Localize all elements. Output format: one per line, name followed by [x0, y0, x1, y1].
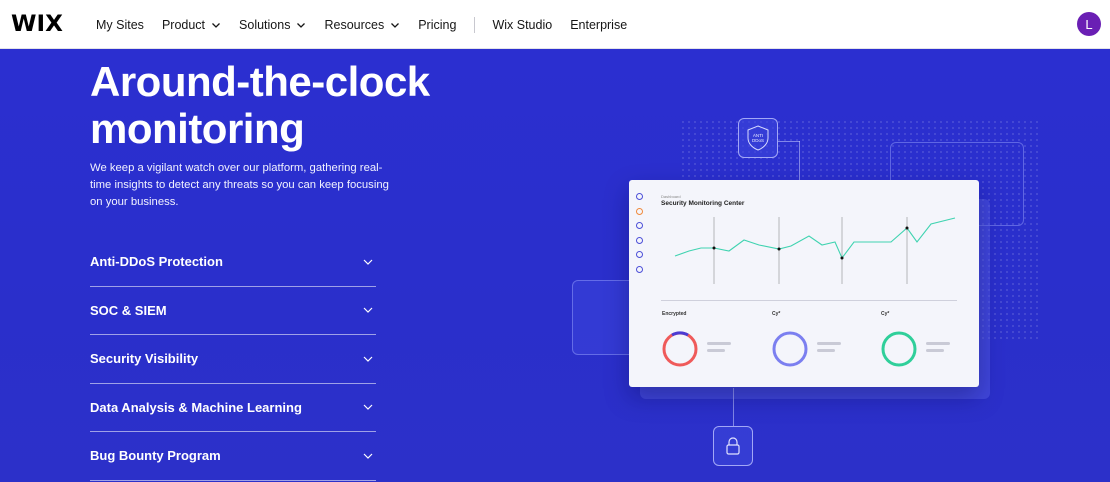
- metric-label: Encrypted: [662, 311, 687, 317]
- metric-label: Cy*: [881, 311, 890, 317]
- accordion-label: Bug Bounty Program: [90, 448, 221, 464]
- chevron-down-icon: [363, 356, 373, 362]
- nav-item-enterprise[interactable]: Enterprise: [570, 18, 627, 32]
- nav-item-my-sites[interactable]: My Sites: [96, 18, 144, 32]
- accordion-item-bug-bounty[interactable]: Bug Bounty Program: [90, 432, 376, 481]
- chart-markers: [712, 226, 909, 260]
- placeholder-bar: [817, 342, 841, 345]
- shield-label: DDoS: [752, 138, 764, 143]
- hero-description: We keep a vigilant watch over our platfo…: [90, 162, 389, 208]
- nav-dot-icon: [636, 193, 643, 200]
- placeholder-bar: [707, 349, 725, 352]
- connector-line: [778, 141, 800, 142]
- placeholder-bar: [817, 349, 835, 352]
- chevron-down-icon: [363, 259, 373, 265]
- nav-item-pricing[interactable]: Pricing: [418, 18, 456, 32]
- accordion-label: SOC & SIEM: [90, 302, 167, 318]
- hero-title: Around-the-clock monitoring: [90, 58, 430, 152]
- placeholder-bar: [926, 342, 950, 345]
- nav-dot-icon: [636, 207, 643, 215]
- chevron-down-icon: [363, 404, 373, 411]
- chart-series-line: [674, 217, 956, 260]
- lock-badge: [713, 426, 753, 466]
- wix-logo[interactable]: WIX: [11, 12, 63, 37]
- metric-label: Cy*: [772, 311, 781, 317]
- nav-dot-icon: [636, 265, 643, 273]
- accordion-label: Data Analysis & Machine Learning: [90, 399, 302, 415]
- hero-section: Around-the-clock monitoring We keep a vi…: [0, 49, 1110, 482]
- nav-dot-icon: [636, 222, 643, 229]
- dashboard-kicker: Dashboard: [661, 194, 681, 199]
- nav-item-solutions[interactable]: Solutions: [239, 18, 306, 32]
- top-navigation: WIX My Sites Product Solutions Resources…: [0, 0, 1110, 49]
- nav-item-wix-studio[interactable]: Wix Studio: [492, 18, 552, 32]
- connector-line: [799, 141, 800, 181]
- chevron-down-icon: [212, 22, 220, 28]
- nav-dot-icon: [636, 236, 643, 244]
- accordion-item-data-analysis[interactable]: Data Analysis & Machine Learning: [90, 384, 376, 432]
- metric-ring: [662, 331, 698, 367]
- chevron-down-icon: [363, 453, 373, 459]
- placeholder-bar: [707, 342, 731, 345]
- accordion-label: Security Visibility: [90, 351, 199, 367]
- dashboard-title: Security Monitoring Center: [661, 200, 745, 207]
- accordion-item-anti-ddos[interactable]: Anti-DDoS Protection: [90, 238, 376, 287]
- monitoring-line-chart: [674, 217, 956, 284]
- nav-dot-icon: [636, 251, 643, 258]
- chevron-down-icon: [391, 22, 400, 28]
- lock-icon: [726, 437, 740, 455]
- nav-divider: [474, 16, 476, 33]
- nav-item-product[interactable]: Product: [162, 18, 221, 32]
- dashboard-sidebar: [636, 193, 648, 280]
- nav-menu: My Sites Product Solutions Resources Pri…: [96, 0, 645, 49]
- chevron-down-icon: [297, 22, 306, 28]
- metric-ring: [881, 331, 917, 367]
- feature-accordion: Anti-DDoS Protection SOC & SIEM Security…: [90, 238, 376, 481]
- dashboard-divider: [661, 300, 957, 301]
- nav-item-resources[interactable]: Resources: [324, 18, 400, 32]
- chevron-down-icon: [363, 307, 373, 314]
- metric-ring: [772, 331, 808, 367]
- anti-ddos-badge: ANTI DDoS: [738, 118, 778, 158]
- placeholder-bar: [926, 349, 944, 352]
- accordion-item-soc-siem[interactable]: SOC & SIEM: [90, 287, 376, 335]
- dashboard-card: Dashboard Security Monitoring Center Enc…: [629, 180, 979, 387]
- connector-line: [733, 388, 734, 426]
- user-avatar[interactable]: L: [1077, 12, 1101, 36]
- shield-icon: ANTI DDoS: [747, 125, 769, 151]
- chart-gridlines: [713, 217, 908, 284]
- accordion-label: Anti-DDoS Protection: [90, 254, 223, 270]
- accordion-item-security-visibility[interactable]: Security Visibility: [90, 335, 376, 384]
